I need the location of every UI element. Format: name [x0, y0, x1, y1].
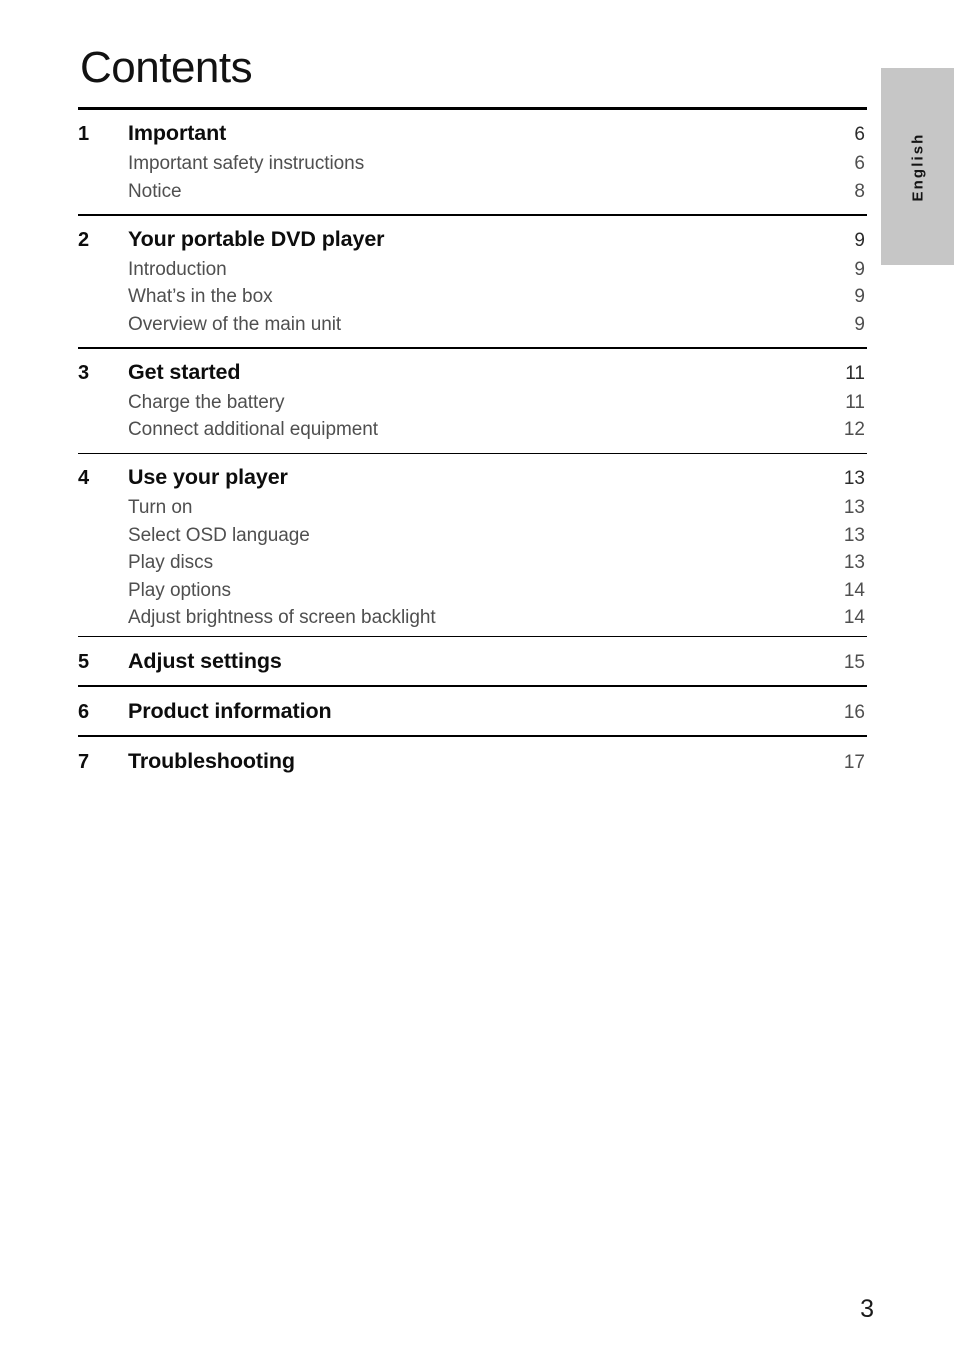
toc-chapter-page-number: 9	[854, 229, 865, 251]
toc-group-body: 1 Important 6 Important safety instructions…	[78, 110, 867, 205]
toc-chapter-number: 4	[78, 467, 90, 490]
toc-spacer	[78, 205, 867, 214]
toc-group-body: 5 Adjust settings 15	[78, 637, 867, 681]
toc-group-body: 2 Your portable DVD player 9 Introduction 9 W…	[78, 216, 867, 339]
toc-entry-row[interactable]: Important safety instructions 6	[78, 150, 867, 178]
toc-chapter-row[interactable]: 2 Your portable DVD player 9	[78, 224, 867, 256]
toc-group: 1 Important 6 Important safety instructions…	[78, 110, 867, 205]
toc-chapter-page-number: 6	[854, 124, 865, 145]
toc-entry-label: Important safety instructions	[128, 153, 365, 174]
toc-entry-label: Play discs	[128, 552, 214, 574]
toc-entry-page-number: 9	[854, 313, 865, 335]
toc-entry-row[interactable]: Play options 14	[78, 577, 867, 605]
toc-entry-page-number: 13	[843, 497, 865, 519]
toc-entry-label: Notice	[128, 180, 182, 202]
toc-group-body: 3 Get started 11 Charge the battery 11 Connec…	[78, 349, 867, 444]
toc-chapter-row[interactable]: 6 Product information 16	[78, 693, 867, 731]
toc-entry-row[interactable]: Overview of the main unit 9	[78, 311, 867, 339]
toc-chapter-page-number: 13	[843, 468, 865, 490]
toc-group: 6 Product information 16	[78, 687, 867, 731]
toc-entry-page-number: 13	[843, 524, 865, 546]
toc-chapter-title: Product information	[128, 698, 332, 723]
toc-group: 4 Use your player 13 Turn on 13 Select OSD la…	[78, 454, 867, 632]
table-of-contents: Contents 1 Important 6 Important safety ins…	[78, 40, 867, 781]
toc-chapter-title: Adjust settings	[128, 649, 282, 674]
toc-entry-label: Overview of the main unit	[128, 313, 342, 335]
toc-chapter-title: Troubleshooting	[128, 748, 295, 773]
toc-entry-row[interactable]: Introduction 9	[78, 256, 867, 284]
toc-chapter-number: 2	[78, 228, 90, 251]
toc-chapter-number: 7	[78, 750, 90, 773]
toc-chapter-number: 3	[78, 361, 90, 384]
toc-group: 3 Get started 11 Charge the battery 11 Connec…	[78, 349, 867, 444]
toc-group: 7 Troubleshooting 17	[78, 737, 867, 781]
toc-entry-page-number: 13	[843, 552, 865, 574]
toc-entry-page-number: 9	[854, 258, 865, 280]
toc-chapter-row[interactable]: 3 Get started 11	[78, 357, 867, 389]
toc-entry-page-number: 14	[843, 579, 865, 601]
toc-group-body: 7 Troubleshooting 17	[78, 737, 867, 781]
toc-chapter-number: 1	[78, 123, 90, 145]
toc-entry-row[interactable]: Adjust brightness of screen backlight 14	[78, 604, 867, 632]
toc-chapter-page-number: 16	[843, 701, 865, 723]
toc-entry-row[interactable]: Select OSD language 13	[78, 522, 867, 550]
toc-entry-row[interactable]: Play discs 13	[78, 549, 867, 577]
document-page: English Contents 1 Important 6 Important sa…	[0, 0, 954, 1351]
toc-group: 5 Adjust settings 15	[78, 637, 867, 681]
page-title: Contents	[80, 43, 253, 92]
language-tab: English	[881, 68, 954, 265]
toc-entry-label: Play options	[128, 579, 231, 601]
toc-entry-page-number: 11	[845, 391, 865, 413]
toc-chapter-title: Your portable DVD player	[128, 226, 385, 251]
page-number: 3	[860, 1295, 874, 1323]
language-tab-label: English	[909, 132, 926, 201]
toc-entry-page-number: 12	[843, 419, 865, 441]
toc-chapter-row[interactable]: 4 Use your player 13	[78, 462, 867, 494]
toc-chapter-number: 6	[78, 700, 90, 723]
toc-entry-label: Connect additional equipment	[128, 419, 378, 441]
toc-entry-page-number: 8	[854, 180, 865, 202]
toc-entry-label: Adjust brightness of screen backlight	[128, 607, 436, 629]
toc-entry-row[interactable]: Turn on 13	[78, 494, 867, 522]
toc-entry-label: Turn on	[128, 497, 193, 519]
toc-chapter-page-number: 17	[843, 751, 865, 773]
toc-chapter-title: Use your player	[128, 465, 288, 490]
toc-entry-row[interactable]: Notice 8	[78, 178, 867, 206]
toc-chapter-row[interactable]: 5 Adjust settings 15	[78, 643, 867, 681]
toc-entry-row[interactable]: Connect additional equipment 12	[78, 416, 867, 444]
toc-entry-row[interactable]: What’s in the box 9	[78, 283, 867, 311]
toc-chapter-page-number: 15	[843, 652, 865, 674]
toc-spacer	[78, 338, 867, 347]
toc-group: 2 Your portable DVD player 9 Introduction 9 W…	[78, 216, 867, 339]
toc-chapter-title: Important	[128, 121, 227, 145]
toc-entry-label: Charge the battery	[128, 391, 285, 413]
toc-group-list: 1 Important 6 Important safety instructions…	[78, 110, 867, 781]
toc-entry-page-number: 9	[854, 286, 865, 308]
toc-chapter-page-number: 11	[845, 362, 865, 384]
toc-group-body: 4 Use your player 13 Turn on 13 Select OSD la…	[78, 454, 867, 632]
toc-entry-row[interactable]: Charge the battery 11	[78, 389, 867, 417]
toc-chapter-title: Get started	[128, 359, 241, 384]
toc-entry-label: What’s in the box	[128, 286, 273, 308]
toc-entry-page-number: 6	[854, 153, 865, 174]
toc-spacer	[78, 444, 867, 453]
toc-entry-label: Introduction	[128, 258, 227, 280]
toc-chapter-row[interactable]: 1 Important 6	[78, 118, 867, 150]
toc-group-body: 6 Product information 16	[78, 687, 867, 731]
toc-chapter-number: 5	[78, 651, 90, 674]
toc-chapter-row[interactable]: 7 Troubleshooting 17	[78, 743, 867, 781]
toc-entry-label: Select OSD language	[128, 524, 310, 546]
toc-entry-page-number: 14	[843, 607, 865, 629]
